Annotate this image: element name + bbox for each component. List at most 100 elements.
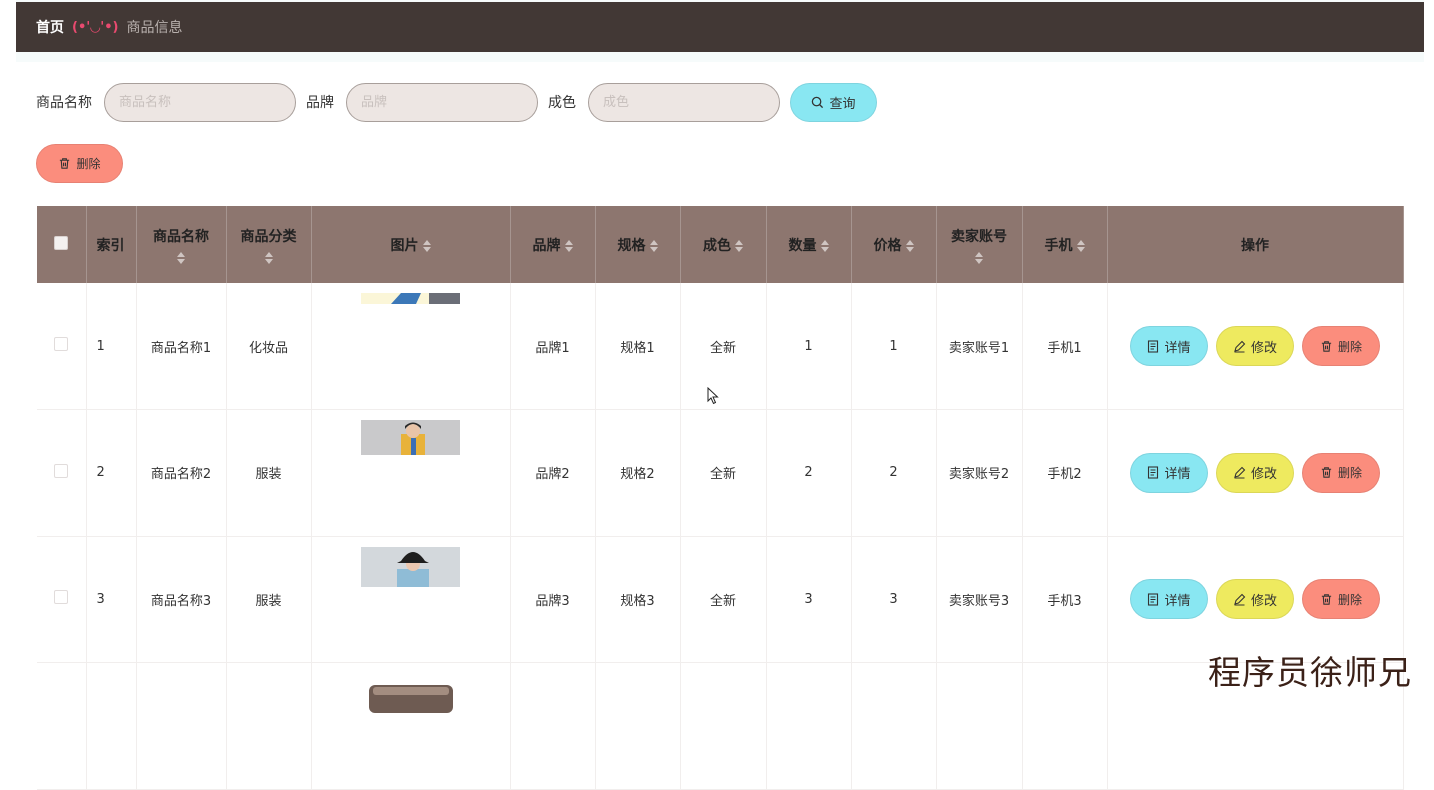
pencil-icon	[1234, 340, 1246, 353]
trash-icon	[60, 158, 70, 169]
breadcrumb-header: 首页 (•'◡'•) 商品信息	[16, 2, 1424, 52]
cell-image	[311, 283, 511, 410]
col-spec[interactable]: 规格	[595, 206, 681, 283]
name-input[interactable]	[104, 82, 296, 122]
pencil-icon	[1234, 593, 1246, 606]
brand-label: 品牌	[306, 95, 334, 111]
brand-input[interactable]	[346, 82, 538, 122]
row-select-cell	[37, 409, 87, 537]
cell-price: 3	[851, 536, 937, 663]
col-phone[interactable]: 手机	[1022, 206, 1108, 283]
condition-label: 成色	[548, 95, 576, 111]
sort-icon[interactable]	[735, 239, 743, 252]
edit-button[interactable]: 修改	[1216, 326, 1294, 366]
table-row: 3 商品名称3 服装 品牌3 规格3 全新 3 3 卖家账号3 手机3 详情 修…	[37, 536, 1404, 663]
detail-label: 详情	[1164, 593, 1191, 609]
cell-index: 3	[86, 536, 137, 663]
edit-label: 修改	[1250, 467, 1277, 483]
col-category[interactable]: 商品分类	[226, 206, 312, 283]
detail-button[interactable]: 详情	[1130, 326, 1208, 366]
col-image-label: 图片	[390, 237, 419, 254]
cell-seller: 卖家账号2	[936, 409, 1023, 537]
col-index: 索引	[86, 206, 137, 283]
sort-icon[interactable]	[1076, 239, 1085, 252]
row-delete-label: 删除	[1337, 339, 1362, 354]
cell-image	[311, 409, 511, 537]
row-checkbox[interactable]	[54, 463, 69, 478]
sort-icon[interactable]	[564, 239, 573, 252]
sort-icon[interactable]	[649, 239, 658, 252]
col-condition[interactable]: 成色	[680, 206, 767, 283]
trash-icon	[1321, 594, 1332, 605]
cell-name: 商品名称3	[136, 536, 227, 663]
sort-icon[interactable]	[820, 239, 829, 252]
cell-price: 2	[851, 409, 937, 537]
breadcrumb-current: 商品信息	[126, 20, 183, 36]
query-button-label: 查询	[829, 96, 856, 112]
col-image[interactable]: 图片	[311, 206, 511, 283]
cell-name: 商品名称2	[136, 409, 227, 537]
col-phone-label: 手机	[1044, 237, 1073, 254]
col-price-label: 价格	[873, 237, 902, 254]
cell-category: 服装	[226, 409, 312, 537]
row-checkbox[interactable]	[54, 337, 69, 351]
document-icon	[1148, 339, 1159, 353]
edit-button[interactable]: 修改	[1216, 579, 1294, 620]
batch-delete-button[interactable]: 删除	[36, 144, 123, 183]
sort-icon[interactable]	[264, 251, 273, 264]
cell-seller: 卖家账号1	[936, 283, 1023, 410]
detail-button[interactable]: 详情	[1130, 452, 1208, 493]
cell-index: 2	[86, 409, 137, 537]
col-brand[interactable]: 品牌	[510, 206, 596, 283]
cell-quantity	[766, 662, 852, 790]
col-quantity[interactable]: 数量	[766, 206, 852, 283]
col-name[interactable]: 商品名称	[136, 206, 227, 283]
row-select-cell	[37, 283, 87, 410]
cell-category: 化妆品	[226, 283, 312, 410]
query-button[interactable]: 查询	[790, 82, 877, 122]
row-checkbox[interactable]	[54, 590, 69, 605]
table-row: 1 商品名称1 化妆品 品牌1 规格1 全新 1 1 卖家账号1 手机1 详情 …	[37, 283, 1404, 410]
sort-icon[interactable]	[905, 239, 914, 252]
col-seller[interactable]: 卖家账号	[936, 206, 1023, 283]
cell-name	[136, 662, 227, 790]
row-delete-label: 删除	[1337, 592, 1362, 607]
cell-condition: 全新	[680, 536, 767, 663]
col-seller-label: 卖家账号	[951, 228, 1007, 245]
product-image	[361, 546, 460, 587]
cell-seller	[936, 662, 1023, 790]
row-delete-button[interactable]: 删除	[1302, 452, 1380, 493]
cell-brand	[510, 662, 596, 790]
cell-phone: 手机1	[1022, 283, 1108, 410]
sort-icon[interactable]	[422, 239, 431, 252]
col-quantity-label: 数量	[788, 237, 817, 254]
cell-category: 服装	[226, 536, 312, 663]
detail-label: 详情	[1164, 467, 1191, 483]
cell-quantity: 1	[766, 283, 852, 410]
col-actions: 操作	[1107, 206, 1404, 283]
breadcrumb-home[interactable]: 首页	[36, 17, 64, 37]
cell-category	[226, 662, 312, 790]
condition-input[interactable]	[588, 82, 780, 122]
row-delete-button[interactable]: 删除	[1302, 579, 1380, 620]
col-price[interactable]: 价格	[851, 206, 937, 283]
detail-button[interactable]: 详情	[1130, 579, 1208, 620]
product-image	[369, 685, 453, 713]
document-icon	[1148, 593, 1159, 606]
cell-actions: 详情 修改 删除	[1107, 409, 1404, 537]
breadcrumb-separator: (•'◡'•)	[72, 19, 119, 35]
cell-index	[86, 662, 137, 790]
edit-button[interactable]: 修改	[1216, 452, 1294, 493]
search-bar: 商品名称 品牌 成色 查询	[36, 82, 877, 122]
cell-condition: 全新	[680, 283, 767, 410]
select-all-checkbox[interactable]	[54, 235, 69, 250]
row-delete-button[interactable]: 删除	[1302, 326, 1380, 366]
sort-icon[interactable]	[975, 251, 983, 264]
cell-image	[311, 536, 511, 663]
cell-seller: 卖家账号3	[936, 536, 1023, 663]
cell-brand: 品牌1	[510, 283, 596, 410]
document-icon	[1148, 466, 1159, 479]
search-icon	[812, 96, 824, 108]
cell-phone: 手机2	[1022, 409, 1108, 537]
sort-icon[interactable]	[177, 251, 185, 264]
